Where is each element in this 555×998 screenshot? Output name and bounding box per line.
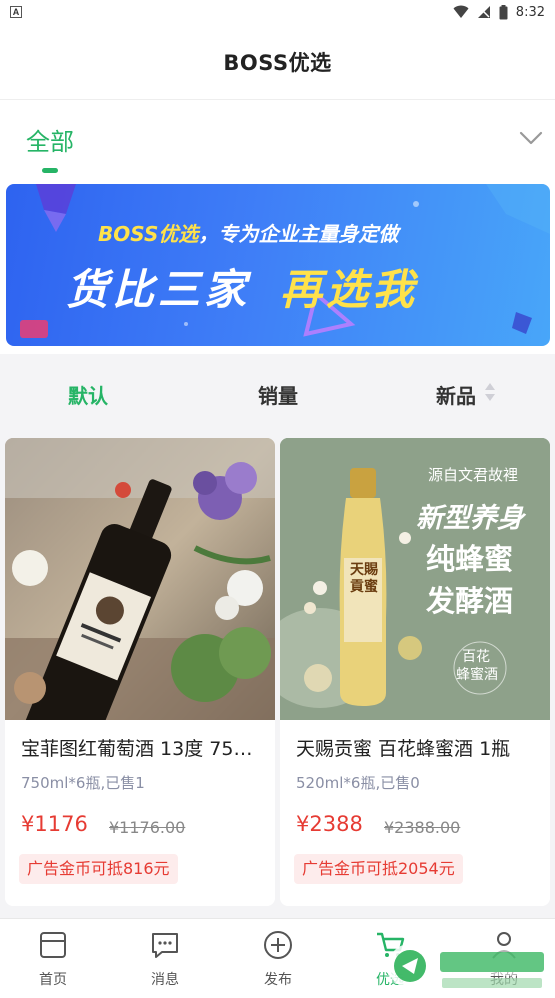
tab-all[interactable]: 全部	[26, 122, 74, 157]
product-price: ¥2388	[296, 812, 363, 836]
notification-icon: A	[10, 6, 22, 18]
tab-indicator	[42, 168, 58, 173]
product-image-wine[interactable]	[5, 438, 275, 720]
nav-messages[interactable]: 消息	[125, 929, 205, 989]
image-side-text-1: 百花	[462, 649, 490, 665]
image-text-line4: 发酵酒	[426, 584, 514, 618]
banner-headline: 货比三家 再选我	[66, 265, 419, 314]
nav-messages-label: 消息	[151, 972, 179, 988]
title-bar: BOSS优选	[0, 24, 555, 100]
coupon-badge: 广告金币可抵816元	[19, 854, 178, 884]
product-name[interactable]: 宝菲图红葡萄酒 13度 750ml*6瓶	[21, 734, 263, 761]
battery-icon	[499, 4, 508, 19]
image-text-line3: 纯蜂蜜	[426, 542, 514, 576]
category-bar: 全部	[0, 100, 555, 178]
wifi-icon	[453, 5, 469, 18]
chevron-down-icon[interactable]	[517, 124, 545, 152]
product-card[interactable]: 源自文君故裡 新型养身 纯蜂蜜 发酵酒 天賜貢蜜 百花 蜂蜜酒 天赐贡蜜 百花蜂…	[280, 438, 550, 906]
sort-new[interactable]: 新品	[436, 380, 476, 409]
coupon-badge: 广告金币可抵2054元	[294, 854, 463, 884]
nav-home-label: 首页	[39, 972, 67, 988]
image-text-origin: 源自文君故裡	[428, 466, 519, 484]
image-side-text-2: 蜂蜜酒	[456, 667, 498, 683]
product-original-price: ¥2388.00	[384, 818, 461, 837]
signal-icon	[477, 6, 490, 18]
image-text-line2: 新型养身	[416, 503, 524, 534]
page-title: BOSS优选	[223, 50, 332, 75]
sort-bar: 默认 销量 新品	[0, 354, 555, 430]
promo-banner[interactable]: BOSS优选，专为企业主量身定做 货比三家 再选我	[6, 184, 550, 346]
sort-default[interactable]: 默认	[68, 380, 108, 409]
plus-circle-icon	[264, 931, 292, 959]
home-icon	[40, 932, 66, 958]
product-name[interactable]: 天赐贡蜜 百花蜂蜜酒 1瓶	[296, 734, 538, 761]
product-original-price: ¥1176.00	[109, 818, 186, 837]
message-icon	[152, 933, 178, 958]
watermark-logo	[388, 944, 548, 988]
product-spec: 750ml*6瓶,已售1	[21, 774, 145, 792]
nav-post-label: 发布	[264, 972, 292, 988]
nav-post[interactable]: 发布	[238, 929, 318, 989]
status-time: 8:32	[515, 4, 545, 20]
product-price: ¥1176	[21, 812, 88, 836]
sort-sales[interactable]: 销量	[258, 380, 298, 409]
bottle-label: 天賜貢蜜	[350, 562, 378, 595]
product-spec: 520ml*6瓶,已售0	[296, 774, 420, 792]
sort-arrows-icon	[485, 383, 495, 401]
product-card[interactable]: 宝菲图红葡萄酒 13度 750ml*6瓶 750ml*6瓶,已售1 ¥1176 …	[5, 438, 275, 906]
banner-area: BOSS优选，专为企业主量身定做 货比三家 再选我	[0, 178, 555, 354]
product-image-mead[interactable]: 源自文君故裡 新型养身 纯蜂蜜 发酵酒 天賜貢蜜 百花 蜂蜜酒	[280, 438, 550, 720]
banner-subtitle: BOSS优选，专为企业主量身定做	[98, 222, 399, 246]
status-bar: A 8:32	[0, 0, 555, 24]
nav-home[interactable]: 首页	[13, 929, 93, 989]
